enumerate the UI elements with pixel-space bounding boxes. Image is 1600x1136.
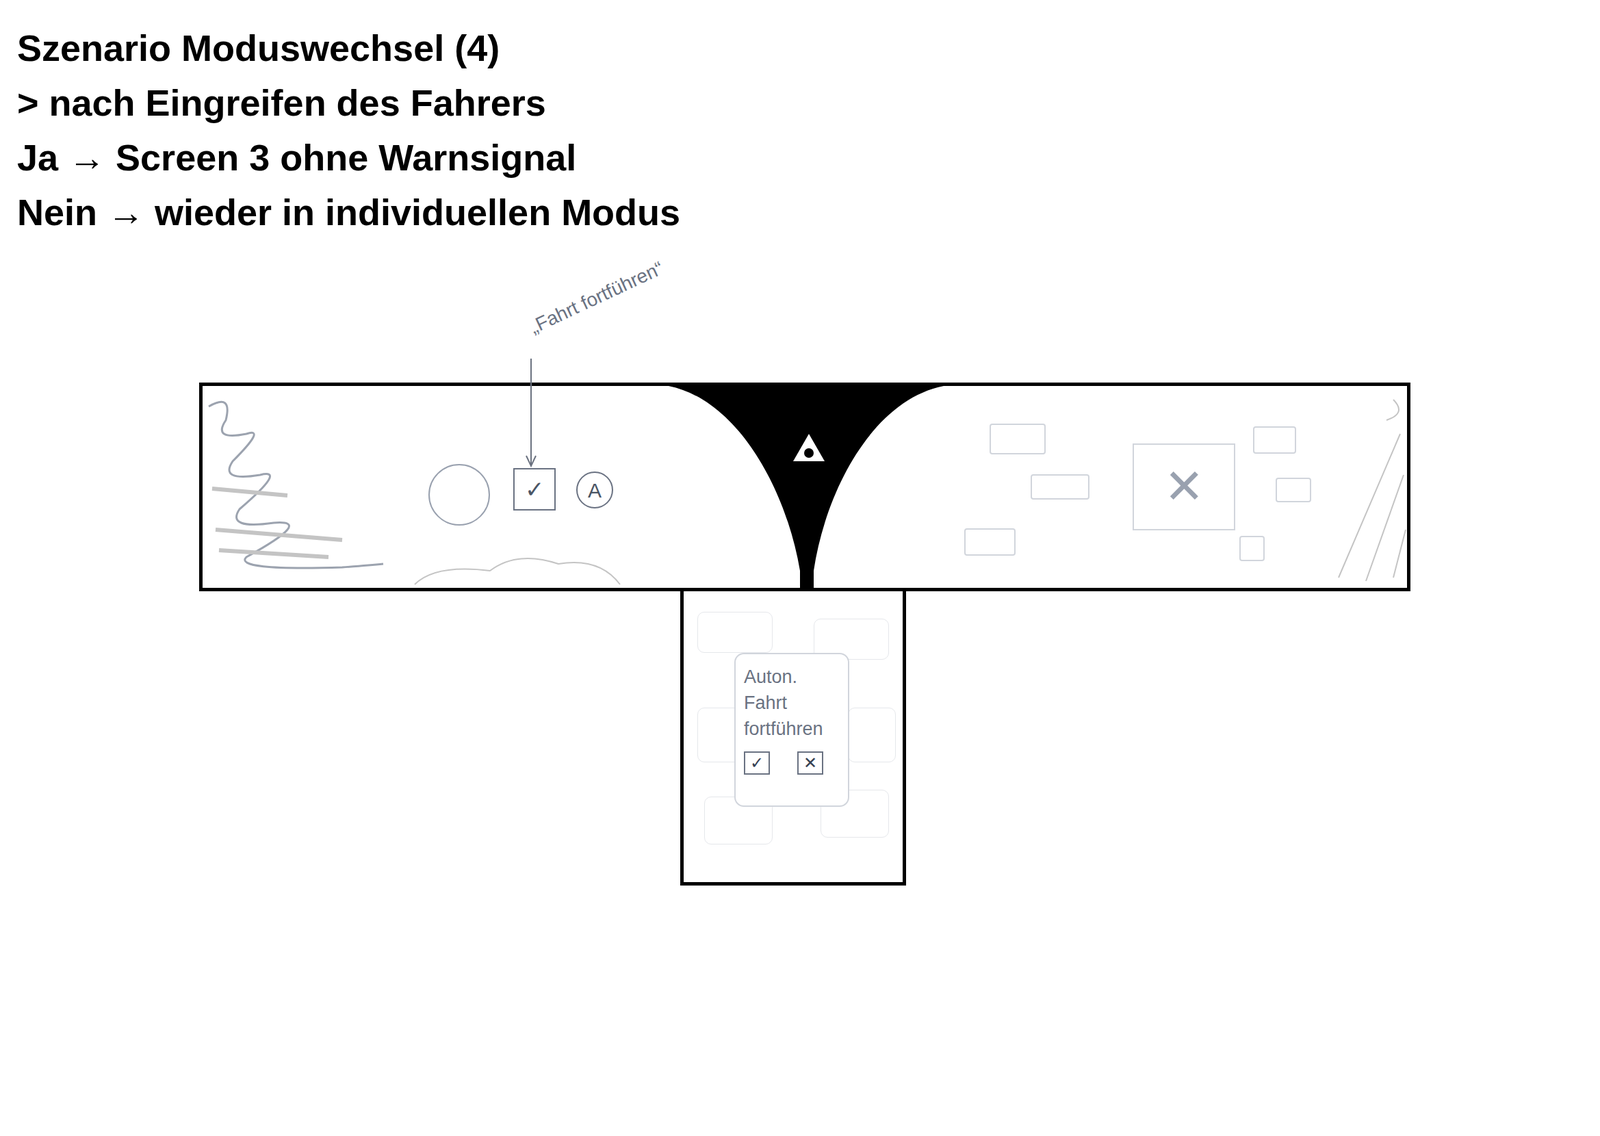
right-scribble-icon bbox=[1324, 392, 1408, 585]
tile-placeholder bbox=[1239, 535, 1265, 562]
sketch-page: Szenario Moduswechsel (4)> nach Eingreif… bbox=[0, 0, 1600, 1136]
tile-placeholder bbox=[1030, 474, 1090, 500]
annotation-label: „Fahrt fortführen“ bbox=[524, 253, 669, 342]
continue-dialog: Auton. Fahrt fortführen✓✕ bbox=[734, 652, 850, 807]
tile-placeholder bbox=[989, 423, 1046, 455]
warning-funnel-icon bbox=[668, 385, 944, 592]
dialog-buttons: ✓✕ bbox=[743, 751, 840, 775]
scenario-header: Szenario Moduswechsel (4)> nach Eingreif… bbox=[0, 0, 1600, 240]
mode-badge: A bbox=[576, 471, 614, 509]
wide-screen: ✓A„Fahrt fortführen“✕ bbox=[199, 382, 1411, 592]
scenario-line: > nach Eingreifen des Fahrers bbox=[17, 75, 1600, 131]
dialog-button[interactable]: ✕ bbox=[797, 751, 824, 775]
scenario-line: Nein → wieder in individuellen Modus bbox=[17, 184, 1600, 240]
left-scribble-icon bbox=[205, 392, 391, 585]
tile-placeholder bbox=[964, 528, 1016, 556]
scenario-title: Szenario Moduswechsel (4) bbox=[17, 20, 1600, 76]
cancel-box[interactable]: ✕ bbox=[1132, 443, 1236, 531]
tile-placeholder bbox=[697, 611, 773, 653]
tile-placeholder bbox=[1275, 477, 1312, 503]
dialog-button[interactable]: ✓ bbox=[743, 751, 770, 775]
tile-placeholder bbox=[847, 707, 896, 763]
tile-placeholder bbox=[1253, 426, 1297, 454]
center-screen: Auton. Fahrt fortführen✓✕ bbox=[680, 591, 907, 886]
scenario-line: Ja → Screen 3 ohne Warnsignal bbox=[17, 130, 1600, 185]
steering-circle bbox=[428, 463, 490, 526]
annotation-arrow-icon bbox=[524, 358, 538, 469]
wheel-sketch-icon bbox=[407, 515, 627, 592]
dialog-text: Auton. Fahrt fortführen bbox=[743, 663, 840, 742]
confirm-box[interactable]: ✓ bbox=[513, 468, 556, 511]
